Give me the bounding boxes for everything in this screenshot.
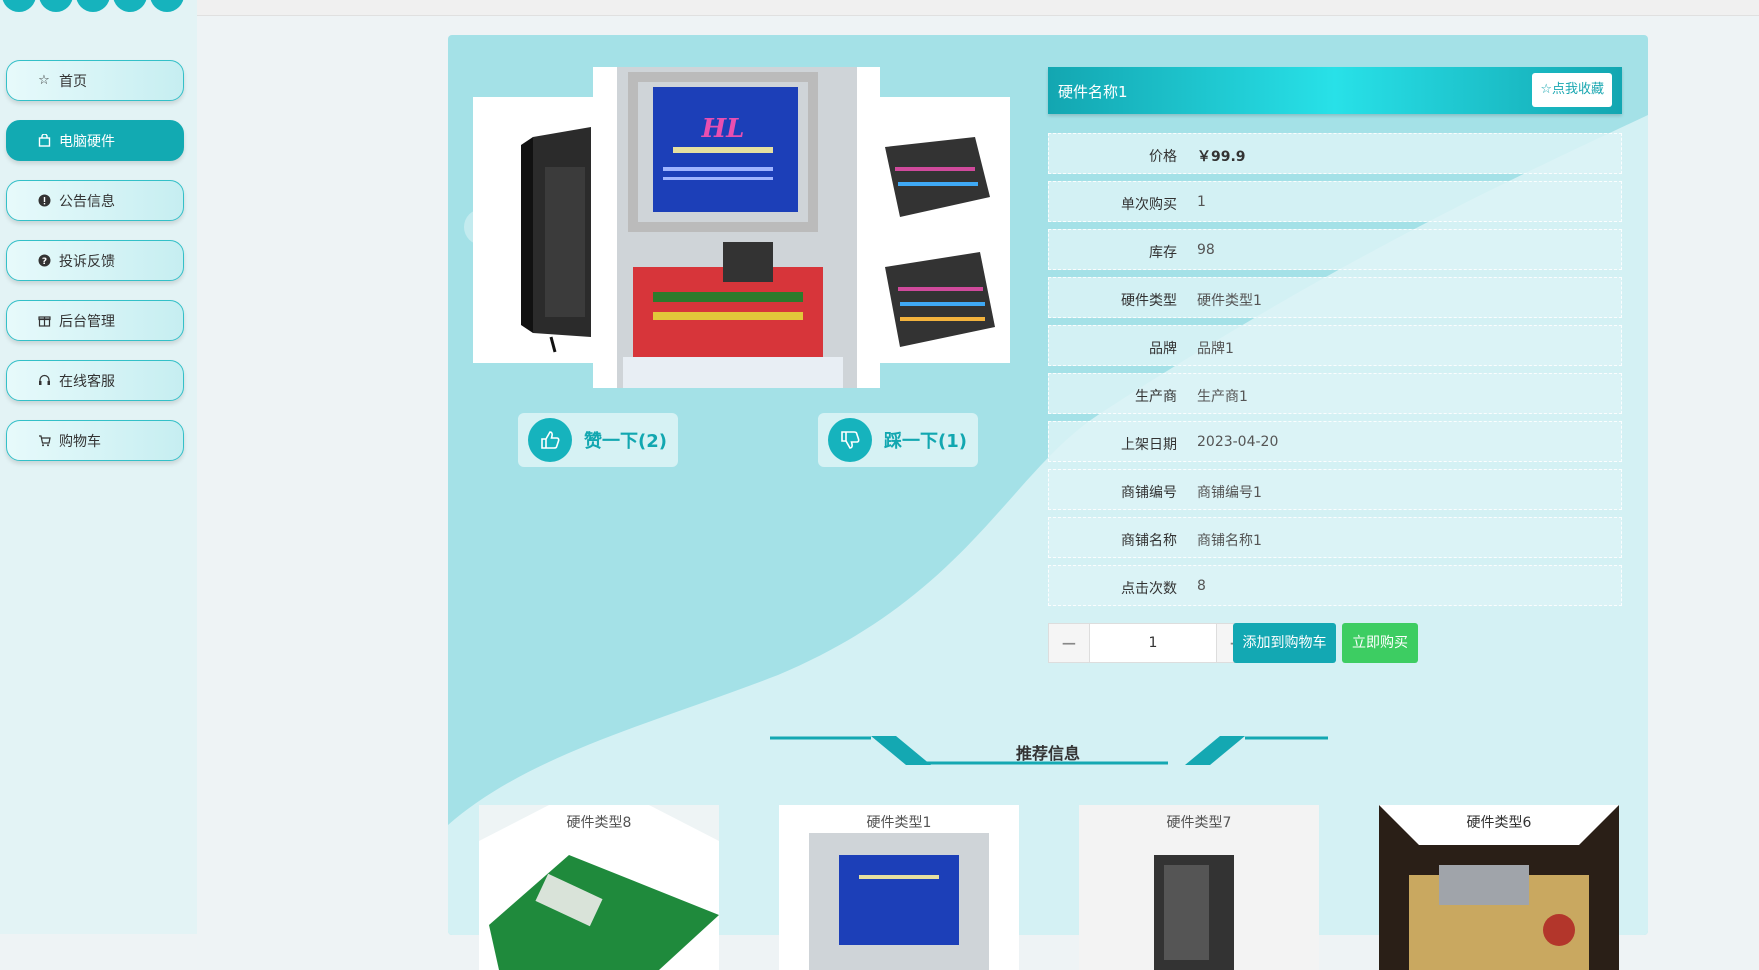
product-title-bar: 硬件名称1 ☆点我收藏 [1048,67,1622,114]
recommend-card-title: 硬件类型1 [866,815,932,831]
detail-key: 单次购买 [1121,197,1177,213]
detail-row-brand: 品牌 品牌1 [1048,325,1622,366]
detail-value: ￥99.9 [1197,149,1246,165]
detail-key: 硬件类型 [1121,293,1177,309]
bag-icon [37,132,51,148]
favorite-button[interactable]: ☆点我收藏 [1532,73,1612,107]
detail-row-price: 价格 ￥99.9 [1048,133,1622,174]
sidebar-decoration [0,0,197,12]
dislike-label: 踩一下(1) [884,431,967,452]
detail-key: 商铺名称 [1121,533,1177,549]
gallery-image-main[interactable]: HL [593,67,880,388]
sidebar-item-label: 电脑硬件 [59,133,115,150]
recommend-card[interactable]: 硬件类型8 [479,805,719,970]
sidebar-item-hardware[interactable]: 电脑硬件 [6,120,184,161]
recommend-card-title: 硬件类型7 [1166,815,1232,831]
thumbs-down-icon [828,418,872,462]
detail-value: 98 [1197,242,1215,258]
detail-row-manufacturer: 生产商 生产商1 [1048,373,1622,414]
detail-value: 硬件类型1 [1197,293,1262,309]
star-icon: ☆ [38,72,50,88]
recommend-card[interactable]: 硬件类型1 [779,805,1019,970]
detail-row-type: 硬件类型 硬件类型1 [1048,277,1622,318]
sidebar-item-notice[interactable]: 公告信息 [6,180,184,221]
detail-value: 2023-04-20 [1197,434,1279,450]
add-to-cart-button[interactable]: 添加到购物车 [1233,623,1336,663]
quantity-decrease-button[interactable]: − [1049,624,1090,662]
sidebar-item-home[interactable]: ☆ 首页 [6,60,184,101]
detail-row-shop-id: 商铺编号 商铺编号1 [1048,469,1622,510]
detail-key: 点击次数 [1121,581,1177,597]
sidebar-item-label: 购物车 [59,433,101,450]
motherboard-image: HL [593,67,880,388]
detail-key: 商铺编号 [1121,485,1177,501]
sidebar-item-label: 投诉反馈 [59,253,115,270]
gift-icon [37,314,51,328]
recommend-card[interactable]: 硬件类型6 [1379,805,1619,970]
like-button[interactable]: 赞一下(2) [518,413,678,467]
detail-row-clicks: 点击次数 8 [1048,565,1622,606]
detail-key: 库存 [1149,245,1177,261]
question-icon: ? [37,254,51,268]
detail-key: 生产商 [1135,389,1177,405]
detail-row-stock: 库存 98 [1048,229,1622,270]
quantity-input[interactable]: 1 [1089,635,1217,651]
thumbs-up-icon [528,418,572,462]
detail-key: 上架日期 [1121,437,1177,453]
detail-key: 价格 [1149,149,1177,165]
top-bar [197,0,1759,16]
dislike-button[interactable]: 踩一下(1) [818,413,978,467]
detail-row-date: 上架日期 2023-04-20 [1048,421,1622,462]
detail-value: 品牌1 [1197,341,1234,357]
sidebar-item-feedback[interactable]: ? 投诉反馈 [6,240,184,281]
detail-row-shop-name: 商铺名称 商铺名称1 [1048,517,1622,558]
detail-value: 商铺名称1 [1197,533,1262,549]
quantity-stepper: − 1 + [1048,623,1258,663]
svg-text:?: ? [41,257,46,267]
headset-icon [37,374,51,388]
sidebar-item-label: 在线客服 [59,373,115,390]
detail-value: 1 [1197,194,1206,210]
sidebar-item-label: 后台管理 [59,313,115,330]
product-name: 硬件名称1 [1058,83,1128,101]
sidebar-item-admin[interactable]: 后台管理 [6,300,184,341]
recommend-card[interactable]: 硬件类型7 [1079,805,1319,970]
sidebar-item-service[interactable]: 在线客服 [6,360,184,401]
recommend-card-title: 硬件类型8 [566,815,632,831]
detail-value: 生产商1 [1197,389,1248,405]
sidebar-item-label: 首页 [59,73,87,90]
sidebar-item-cart[interactable]: 购物车 [6,420,184,461]
recommend-card-title: 硬件类型6 [1466,815,1532,831]
recommend-title: 推荐信息 [1015,744,1080,763]
sidebar: ☆ 首页 电脑硬件 公告信息 ? 投诉反馈 后台管理 在线客服 购物车 [0,0,197,934]
sidebar-item-label: 公告信息 [59,193,115,210]
gallery-next-arrow[interactable]: › [969,209,1005,245]
cart-icon [37,434,51,448]
screen-logo: HL [701,114,745,144]
detail-key: 品牌 [1149,341,1177,357]
detail-value: 8 [1197,578,1206,594]
gallery-prev-arrow[interactable]: ‹ [464,209,500,245]
detail-row-per-purchase: 单次购买 1 [1048,181,1622,222]
alert-icon [37,194,51,208]
buy-now-button[interactable]: 立即购买 [1342,623,1418,663]
like-label: 赞一下(2) [584,431,667,452]
detail-value: 商铺编号1 [1197,485,1262,501]
product-detail-panel: HL ‹ › 赞一下(2) 踩一下(1) 硬件名称1 ☆点我收藏 价格 ￥99.… [448,35,1648,935]
